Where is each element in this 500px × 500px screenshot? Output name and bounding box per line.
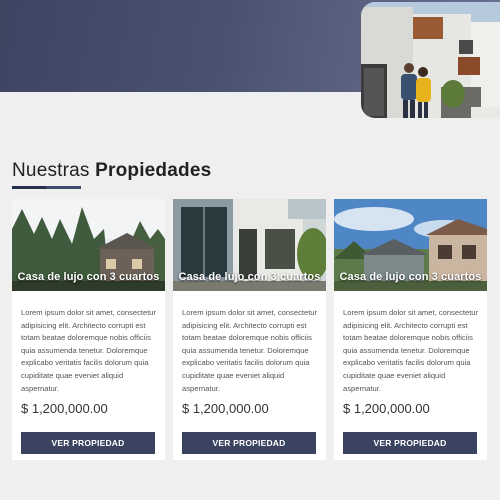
property-price: $ 1,200,000.00 <box>21 401 108 416</box>
property-price: $ 1,200,000.00 <box>343 401 430 416</box>
ver-propiedad-button[interactable]: VER PROPIEDAD <box>21 432 155 454</box>
ver-propiedad-button[interactable]: VER PROPIEDAD <box>343 432 477 454</box>
title-underline <box>12 186 81 189</box>
property-card-1: Casa de lujo con 3 cuartos Lorem ipsum d… <box>12 199 165 460</box>
property-card-3: Casa de lujo con 3 cuartos Lorem ipsum d… <box>334 199 487 460</box>
property-title: Casa de lujo con 3 cuartos <box>178 271 321 283</box>
property-image-1: Casa de lujo con 3 cuartos <box>12 199 165 291</box>
section-title: Nuestras Propiedades <box>12 160 211 182</box>
property-image-3: Casa de lujo con 3 cuartos <box>334 199 487 291</box>
property-description: Lorem ipsum dolor sit amet, consectetur … <box>182 308 318 393</box>
property-description: Lorem ipsum dolor sit amet, consectetur … <box>343 308 479 393</box>
property-card-2: Casa de lujo con 3 cuartos Lorem ipsum d… <box>173 199 326 460</box>
property-description: Lorem ipsum dolor sit amet, consectetur … <box>21 308 157 393</box>
section-title-bold: Propiedades <box>95 160 212 181</box>
property-title: Casa de lujo con 3 cuartos <box>339 271 482 283</box>
hero-couple-house-photo <box>361 2 500 118</box>
property-title: Casa de lujo con 3 cuartos <box>17 271 160 283</box>
section-title-light: Nuestras <box>12 160 96 181</box>
ver-propiedad-button[interactable]: VER PROPIEDAD <box>182 432 316 454</box>
property-price: $ 1,200,000.00 <box>182 401 269 416</box>
property-image-2: Casa de lujo con 3 cuartos <box>173 199 326 291</box>
